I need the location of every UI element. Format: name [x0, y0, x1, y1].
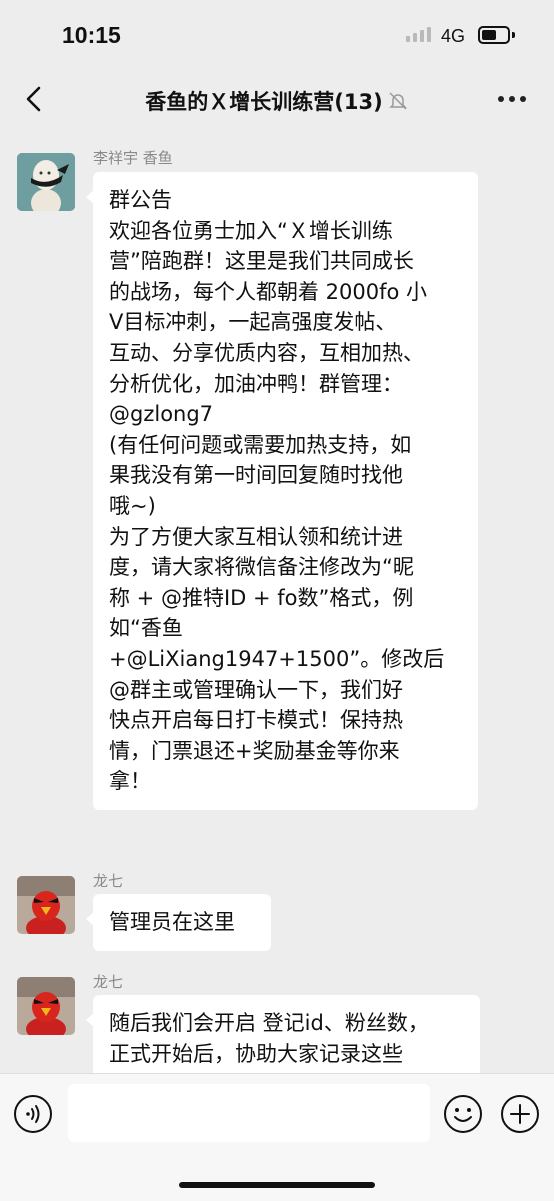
sender-name: 龙七: [93, 872, 124, 890]
voice-icon[interactable]: [13, 1094, 53, 1134]
message-bubble[interactable]: 群公告 欢迎各位勇士加入“Ｘ增长训练 营”陪跑群！这里是我们共同成长 的战场，每…: [86, 172, 478, 810]
signal-icon: [406, 27, 431, 42]
emoji-icon[interactable]: [443, 1094, 483, 1134]
chat-header: 香鱼的Ｘ增长训练营(13): [0, 70, 554, 130]
ellipsis-icon[interactable]: [498, 96, 526, 102]
message-line: 为了方便大家互相认领和统计进: [109, 524, 403, 549]
message-line: V目标冲刺，一起高强度发帖、: [109, 310, 397, 335]
message-line: 度，请大家将微信备注修改为“昵: [109, 555, 414, 580]
chat-title: 香鱼的Ｘ增长训练营(13): [145, 90, 383, 114]
message-line: 随后我们会开启 登记id、粉丝数，: [109, 1011, 429, 1035]
message-line: 如“香鱼: [109, 616, 183, 641]
message-input[interactable]: [68, 1084, 430, 1142]
mention-link[interactable]: @gzlong7: [109, 399, 462, 430]
sender-name: 龙七: [93, 973, 124, 991]
message-line: 果我没有第一时间回复随时找他: [109, 463, 403, 488]
message-bubble[interactable]: 管理员在这里: [86, 894, 271, 951]
message-line: 哦~): [109, 493, 156, 518]
message-line: 管理员在这里: [109, 910, 235, 934]
plus-circle-icon[interactable]: [500, 1094, 540, 1134]
status-time: 10:15: [62, 22, 121, 48]
message-line: 的战场，每个人都朝着 2000fo 小: [109, 279, 428, 304]
network-type: 4G: [441, 26, 466, 46]
battery-cap: [512, 32, 515, 38]
message-line: 快点开启每日打卡模式！保持热: [109, 708, 403, 733]
message-line: 正式开始后，协助大家记录这些: [109, 1041, 403, 1066]
message-line: 情，门票退还+奖励基金等你来: [109, 738, 400, 763]
message-line: +@LiXiang1947+1500”。修改后: [109, 646, 445, 671]
message-line: 互动、分享优质内容，互相加热、: [109, 340, 424, 365]
message-line: 分析优化，加油冲鸭！群管理：: [109, 371, 403, 396]
message-line: 营”陪跑群！这里是我们共同成长: [109, 249, 414, 274]
status-bar: 10:15 4G: [0, 0, 554, 70]
avatar[interactable]: [17, 977, 75, 1035]
battery-level: [482, 30, 497, 40]
bell-slash-icon: [387, 90, 409, 117]
sender-name: 李祥宇 香鱼: [93, 149, 173, 167]
avatar[interactable]: [17, 876, 75, 934]
message-line: (有任何问题或需要加热支持，如: [109, 432, 412, 457]
message-line: 拿！: [109, 769, 151, 794]
message-line: @群主或管理确认一下，我们好: [109, 677, 403, 702]
message-line: 称 + @推特ID + fo数”格式，例: [109, 585, 414, 610]
message-line: 欢迎各位勇士加入“Ｘ增长训练: [109, 218, 393, 243]
announcement-title: 群公告: [109, 188, 172, 212]
chat-title-wrap: 香鱼的Ｘ增长训练营(13): [0, 86, 554, 117]
battery-icon: [478, 26, 510, 44]
avatar[interactable]: [17, 153, 75, 211]
home-indicator[interactable]: [179, 1182, 375, 1188]
